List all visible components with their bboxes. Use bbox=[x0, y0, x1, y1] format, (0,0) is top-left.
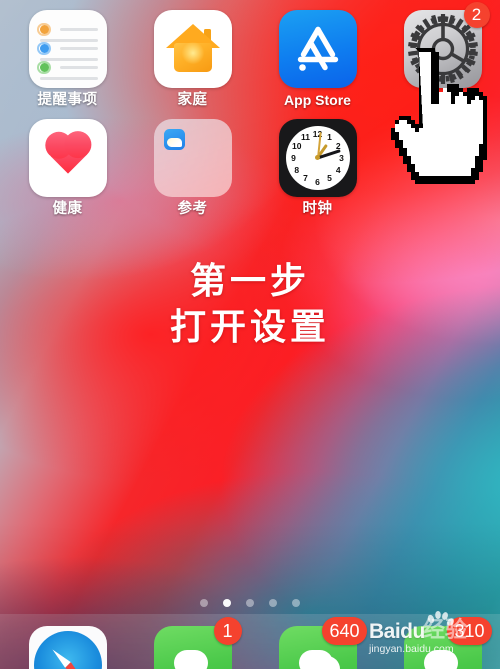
app-store-glyph bbox=[297, 26, 338, 71]
app-label-home: 家庭 bbox=[177, 92, 208, 108]
app-reminders[interactable]: 提醒事项 bbox=[10, 10, 125, 108]
clock-numeral: 8 bbox=[294, 164, 300, 175]
green-app-icon[interactable]: 310 bbox=[403, 617, 492, 669]
app-clock[interactable]: 12 1 2 3 4 5 6 7 8 9 10 11 时钟 bbox=[260, 118, 375, 217]
wechat-badge: 640 bbox=[322, 617, 367, 645]
clock-icon[interactable]: 12 1 2 3 4 5 6 7 8 9 10 11 bbox=[278, 118, 357, 197]
messages-badge: 1 bbox=[213, 617, 242, 645]
dock-app-safari[interactable] bbox=[10, 626, 125, 669]
dock-app-messages[interactable]: 1 bbox=[135, 617, 250, 669]
home-app-icon[interactable] bbox=[153, 10, 232, 88]
safari-disc bbox=[33, 631, 102, 669]
clock-numeral: 11 bbox=[301, 131, 310, 142]
messages-icon[interactable]: 1 bbox=[153, 617, 242, 669]
folder-icon[interactable] bbox=[153, 118, 232, 197]
reminders-line-5 bbox=[59, 66, 98, 69]
wechat-bubble-small bbox=[305, 656, 340, 669]
house-glow bbox=[180, 42, 205, 64]
app-folder-reference[interactable]: 参考 bbox=[135, 118, 250, 217]
page-dot[interactable] bbox=[269, 599, 277, 607]
clock-numeral: 10 bbox=[291, 140, 302, 151]
page-indicator[interactable] bbox=[0, 599, 500, 607]
health-heart-icon[interactable] bbox=[28, 118, 107, 197]
clock-numeral: 5 bbox=[327, 173, 332, 184]
clock-center-pin bbox=[315, 155, 320, 160]
app-settings[interactable]: 2 bbox=[385, 2, 500, 108]
green-app-bubble bbox=[423, 650, 458, 669]
app-label-app-store: App Store bbox=[284, 92, 351, 108]
page-dot[interactable] bbox=[223, 599, 231, 607]
clock-numeral: 12 bbox=[312, 128, 323, 139]
settings-gear-icon[interactable]: 2 bbox=[403, 2, 490, 88]
app-label-reminders: 提醒事项 bbox=[37, 92, 98, 108]
page-dot[interactable] bbox=[246, 599, 254, 607]
safari-icon[interactable] bbox=[28, 626, 107, 669]
clock-numeral: 7 bbox=[303, 173, 308, 184]
dock: 1 640 310 bbox=[0, 614, 500, 669]
page-dot[interactable] bbox=[292, 599, 300, 607]
app-app-store[interactable]: App Store bbox=[260, 10, 375, 108]
green-app-badge: 310 bbox=[447, 617, 492, 645]
message-bubble bbox=[173, 650, 208, 669]
clock-face: 12 1 2 3 4 5 6 7 8 9 10 11 bbox=[285, 125, 350, 190]
app-home[interactable]: 家庭 bbox=[135, 10, 250, 108]
folder-mini-app-icon bbox=[163, 128, 185, 150]
wechat-icon[interactable]: 640 bbox=[278, 617, 367, 669]
clock-numeral: 3 bbox=[339, 152, 344, 163]
reminders-icon[interactable] bbox=[28, 10, 107, 88]
app-store-icon[interactable] bbox=[278, 10, 357, 88]
app-label-health: 健康 bbox=[52, 200, 83, 217]
dock-app-wechat[interactable]: 640 bbox=[260, 617, 375, 669]
reminders-line-6 bbox=[39, 77, 98, 80]
settings-badge: 2 bbox=[463, 2, 490, 28]
app-icon-grid: 提醒事项 家庭 App Store 2 健康 参考 12 1 2 3 4 5 6… bbox=[0, 2, 500, 227]
reminders-line-3 bbox=[59, 47, 98, 50]
heart-shape bbox=[48, 134, 87, 174]
page-dot[interactable] bbox=[200, 599, 208, 607]
app-label-folder: 参考 bbox=[177, 200, 208, 217]
clock-numeral: 9 bbox=[291, 152, 296, 163]
dock-app-green[interactable]: 310 bbox=[385, 617, 500, 669]
app-health[interactable]: 健康 bbox=[10, 118, 125, 217]
ios-home-screen: 提醒事项 家庭 App Store 2 健康 参考 12 1 2 3 4 5 6… bbox=[0, 0, 500, 669]
safari-needle bbox=[49, 647, 86, 669]
dock-apps: 1 640 310 bbox=[0, 617, 500, 669]
app-label-clock: 时钟 bbox=[302, 200, 333, 217]
clock-numeral: 6 bbox=[315, 176, 320, 187]
reminders-line-1 bbox=[59, 28, 98, 31]
